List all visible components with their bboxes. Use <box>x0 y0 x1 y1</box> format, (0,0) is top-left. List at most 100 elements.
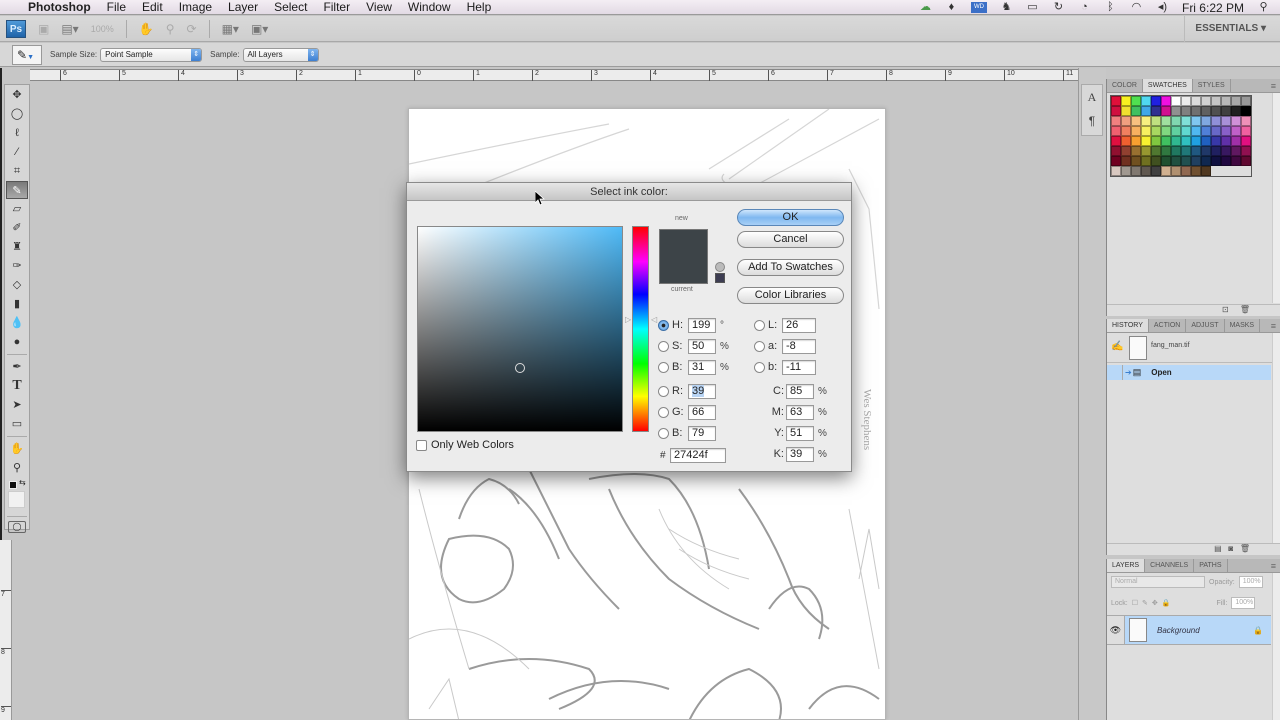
blue-radio[interactable] <box>658 427 669 439</box>
screen-mode-icon[interactable]: ▤▾ <box>61 22 78 36</box>
paragraph-panel-icon[interactable]: ¶ <box>1082 109 1102 133</box>
swatch[interactable] <box>1231 116 1241 126</box>
brush-tool-icon[interactable]: ✐ <box>6 219 28 237</box>
swatch[interactable] <box>1121 166 1131 176</box>
zoom-tool-icon[interactable]: ⚲ <box>6 459 28 477</box>
swatch[interactable] <box>1221 106 1231 116</box>
swatch[interactable] <box>1161 136 1171 146</box>
swatch[interactable] <box>1131 116 1141 126</box>
swatch[interactable] <box>1191 116 1201 126</box>
swatch[interactable] <box>1111 96 1121 106</box>
swatch[interactable] <box>1211 126 1221 136</box>
swatch[interactable] <box>1241 126 1251 136</box>
only-web-colors-checkbox[interactable] <box>416 439 427 451</box>
swatch[interactable] <box>1211 146 1221 156</box>
sample-select[interactable]: All Layers ⇕ <box>242 47 319 62</box>
swatch[interactable] <box>1161 126 1171 136</box>
swatch[interactable] <box>1171 156 1181 166</box>
swatch[interactable] <box>1111 146 1121 156</box>
background-color-swatch[interactable] <box>8 491 25 508</box>
dodge-tool-icon[interactable]: ● <box>6 333 28 351</box>
hex-input[interactable]: 27424f <box>670 447 726 463</box>
swatch[interactable] <box>1171 166 1181 176</box>
swatch[interactable] <box>1191 96 1201 106</box>
zoom-level-select[interactable]: 100% <box>91 24 114 34</box>
bridge-icon[interactable]: ▣ <box>38 22 49 36</box>
swatch[interactable] <box>1151 156 1161 166</box>
new-document-from-state-icon[interactable]: ▤ <box>1214 544 1222 553</box>
layer-name[interactable]: Background <box>1157 626 1253 635</box>
swatch[interactable] <box>1121 156 1131 166</box>
foreground-color-swatch[interactable] <box>9 481 17 489</box>
menu-filter[interactable]: Filter <box>323 0 350 14</box>
swatch[interactable] <box>1171 146 1181 156</box>
menu-app-name[interactable]: Photoshop <box>28 0 91 14</box>
swatch[interactable] <box>1201 166 1211 176</box>
add-to-swatches-button[interactable]: Add To Swatches <box>737 259 844 276</box>
workspace-switcher[interactable]: ESSENTIALS ▾ <box>1184 16 1266 42</box>
swatch[interactable] <box>1211 106 1221 116</box>
layer-row[interactable]: 👁 Background 🔒 <box>1107 615 1271 645</box>
swatch[interactable] <box>1121 146 1131 156</box>
new-snapshot-icon[interactable]: ◙ <box>1228 544 1233 553</box>
menu-view[interactable]: View <box>366 0 392 14</box>
eyedropper-tool-icon[interactable]: ✎ <box>6 181 28 199</box>
lab-a-input[interactable]: -8 <box>782 338 816 354</box>
crop-tool-icon[interactable]: ⌗ <box>6 162 28 180</box>
swatch[interactable] <box>1141 116 1151 126</box>
swatch[interactable] <box>1191 166 1201 176</box>
swatch[interactable] <box>1121 116 1131 126</box>
swatch[interactable] <box>1141 96 1151 106</box>
green-radio[interactable] <box>658 406 669 418</box>
horizontal-ruler[interactable]: 6 5 4 3 2 1 0 1 2 3 4 5 6 7 8 9 10 11 <box>30 69 1078 81</box>
swatch[interactable] <box>1131 106 1141 116</box>
tab-swatches[interactable]: SWATCHES <box>1142 79 1193 92</box>
swatch[interactable] <box>1241 96 1251 106</box>
tab-history[interactable]: HISTORY <box>1107 319 1149 332</box>
spotlight-search-icon[interactable]: ⚲ <box>1257 2 1270 13</box>
swatch[interactable] <box>1141 126 1151 136</box>
swatch[interactable] <box>1171 116 1181 126</box>
swatch[interactable] <box>1241 146 1251 156</box>
swatch[interactable] <box>1131 166 1141 176</box>
cancel-button[interactable]: Cancel <box>737 231 844 248</box>
lock-all-icon[interactable]: 🔒 <box>1162 599 1171 607</box>
black-input[interactable]: 39 <box>786 446 814 462</box>
magenta-input[interactable]: 63 <box>786 404 814 420</box>
delete-state-icon[interactable]: 🗑 <box>1240 544 1250 553</box>
swatch[interactable] <box>1151 116 1161 126</box>
swatch[interactable] <box>1181 126 1191 136</box>
swatch[interactable] <box>1131 146 1141 156</box>
swatch[interactable] <box>1201 96 1211 106</box>
menu-select[interactable]: Select <box>274 0 307 14</box>
swatch[interactable] <box>1171 96 1181 106</box>
web-safe-warning-icon[interactable] <box>715 273 725 283</box>
swatch[interactable] <box>1221 126 1231 136</box>
swatch[interactable] <box>1211 96 1221 106</box>
swatch[interactable] <box>1181 136 1191 146</box>
hue-input[interactable]: 199 <box>688 317 716 333</box>
saturation-input[interactable]: 50 <box>688 338 716 354</box>
blend-mode-select[interactable]: Normal <box>1111 576 1205 588</box>
marquee-tool-icon[interactable]: ◯ <box>6 105 28 123</box>
hue-slider[interactable] <box>632 226 649 432</box>
lab-l-input[interactable]: 26 <box>782 317 816 333</box>
arrange-documents-icon[interactable]: ▦▾ <box>222 22 239 36</box>
hue-slider-left-handle[interactable]: ▷ <box>625 315 631 324</box>
saturation-radio[interactable] <box>658 340 669 352</box>
swatch[interactable] <box>1191 156 1201 166</box>
swatch[interactable] <box>1201 106 1211 116</box>
lock-pixels-icon[interactable]: ✎ <box>1142 599 1148 607</box>
history-snapshot[interactable]: ✍ fang_man.tif <box>1107 333 1280 363</box>
swatch[interactable] <box>1161 116 1171 126</box>
layers-scrollbar[interactable] <box>1272 573 1280 720</box>
swatch[interactable] <box>1111 106 1121 116</box>
lab-b-input[interactable]: -11 <box>782 359 816 375</box>
hue-radio[interactable] <box>658 319 669 331</box>
swatch[interactable] <box>1221 146 1231 156</box>
clone-stamp-tool-icon[interactable]: ♜ <box>6 238 28 256</box>
drop-icon[interactable]: ♦ <box>945 2 958 13</box>
opacity-input[interactable]: 100% <box>1238 576 1263 588</box>
lab-a-radio[interactable] <box>754 340 765 352</box>
yellow-input[interactable]: 51 <box>786 425 814 441</box>
